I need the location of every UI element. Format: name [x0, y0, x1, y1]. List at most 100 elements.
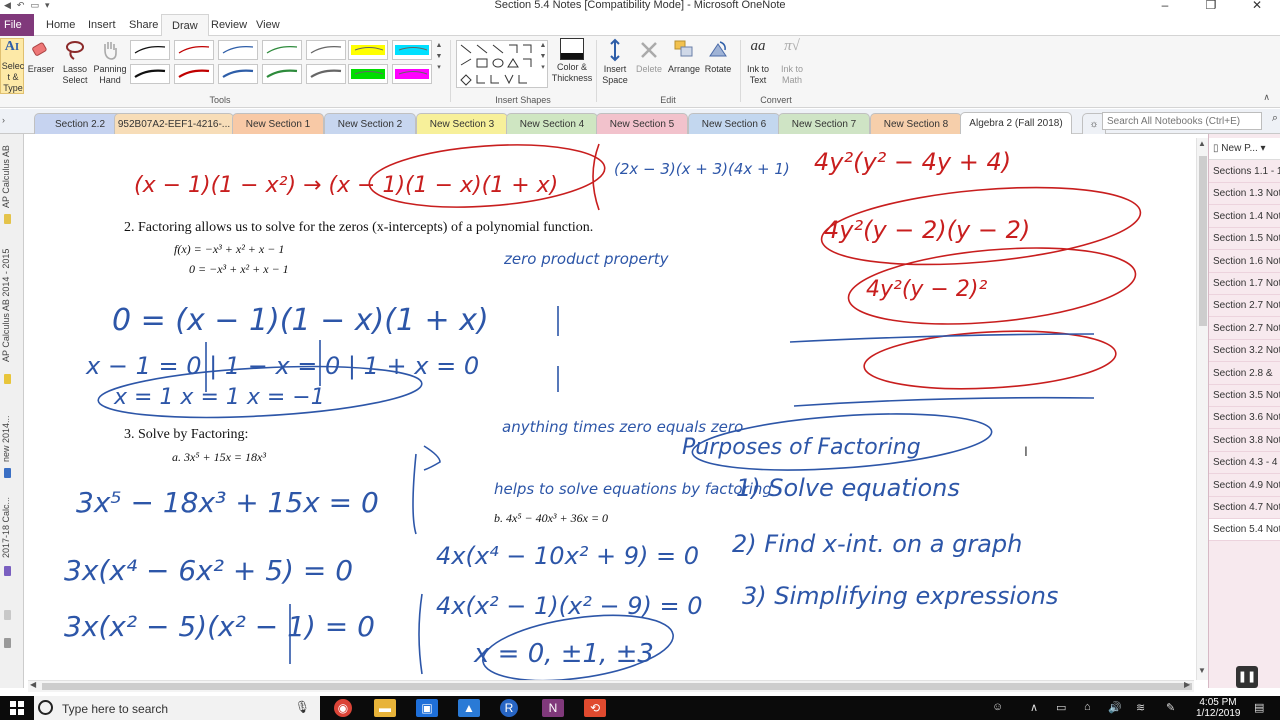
- navigation-expand-icon[interactable]: ›: [2, 115, 5, 125]
- section-tab-4[interactable]: New Section 2: [324, 113, 416, 134]
- page-item[interactable]: Section 1.7 Not: [1209, 273, 1280, 295]
- tab-file[interactable]: File: [0, 14, 34, 36]
- scroll-right-icon[interactable]: ▶: [1184, 680, 1190, 689]
- pen-1-1[interactable]: [130, 40, 170, 60]
- page-item[interactable]: Section 4.9 Not: [1209, 475, 1280, 497]
- network-icon[interactable]: ⌂: [1084, 701, 1091, 713]
- pen-2-5[interactable]: [306, 64, 346, 84]
- photos-icon[interactable]: ▲: [458, 699, 480, 717]
- pen-icon[interactable]: ✎: [1166, 701, 1175, 714]
- page-item[interactable]: Section 4.7 Not: [1209, 497, 1280, 519]
- scroll-down-icon[interactable]: ▼: [1198, 666, 1206, 675]
- ink-to-math-button[interactable]: π√ Ink to Math: [776, 38, 808, 86]
- pen-2-7[interactable]: [392, 64, 432, 84]
- volume-icon[interactable]: 🔊: [1108, 701, 1122, 714]
- shapes-gallery[interactable]: [456, 40, 548, 88]
- close-button[interactable]: ✕: [1234, 0, 1280, 12]
- page-item[interactable]: Section 1.6 Not: [1209, 251, 1280, 273]
- page-item[interactable]: Section 2.8 &: [1209, 363, 1280, 385]
- file-explorer-icon[interactable]: ▬: [374, 699, 396, 717]
- recorder-icon[interactable]: ⟲: [584, 699, 606, 717]
- shapes-gallery-scroll[interactable]: ▲ ▼ ▾: [538, 40, 548, 73]
- pen-2-6[interactable]: [348, 64, 388, 84]
- chevron-up-icon[interactable]: ∧: [1030, 701, 1038, 714]
- section-tab-2[interactable]: 952B07A2-EEF1-4216-...: [114, 113, 234, 134]
- pen-1-7[interactable]: [392, 40, 432, 60]
- page-item[interactable]: Section 3.6 Not: [1209, 407, 1280, 430]
- scroll-up-icon[interactable]: ▲: [1198, 139, 1206, 148]
- vertical-scroll-thumb[interactable]: [1199, 156, 1207, 326]
- lasso-select-button[interactable]: Lasso Select: [58, 38, 92, 86]
- chrome-icon[interactable]: ◉: [334, 699, 352, 717]
- insert-space-button[interactable]: Insert Space: [598, 38, 632, 86]
- panning-hand-button[interactable]: Panning Hand: [92, 38, 128, 86]
- page-item[interactable]: Section 1.5 Not: [1209, 228, 1280, 251]
- color-thickness-button[interactable]: Color & Thickness: [550, 38, 594, 84]
- pen-2-2[interactable]: [174, 64, 214, 84]
- page-item[interactable]: Section 2.7 Not: [1209, 318, 1280, 340]
- onenote-icon[interactable]: N: [542, 699, 564, 717]
- pen-1-2[interactable]: [174, 40, 214, 60]
- r-app-icon[interactable]: R: [500, 699, 518, 717]
- page-item[interactable]: Section 5.4 Not: [1209, 519, 1280, 542]
- people-icon[interactable]: ☺: [992, 701, 1003, 713]
- windows-start-icon[interactable]: [10, 701, 24, 715]
- microphone-icon[interactable]: 🎙: [295, 700, 310, 714]
- pause-icon[interactable]: ❚❚: [1236, 666, 1258, 688]
- tab-view[interactable]: View: [246, 14, 290, 36]
- ink-to-text-button[interactable]: aa Ink to Text: [742, 38, 774, 86]
- section-tab-10[interactable]: New Section 8: [870, 113, 962, 134]
- pen-2-4[interactable]: [262, 64, 302, 84]
- taskbar-clock[interactable]: 4:05 PM 1/12/2019: [1196, 697, 1241, 719]
- taskbar-search[interactable]: Type here to search 🎙: [34, 696, 320, 720]
- page-item[interactable]: Section 1.3 Not: [1209, 183, 1280, 206]
- notebook-ap-calculus-ab-2014[interactable]: AP Calculus AB 2014 - 2015: [1, 249, 11, 362]
- eraser-button[interactable]: Eraser: [26, 38, 56, 75]
- page-item[interactable]: Section 1.4 Not: [1209, 206, 1280, 228]
- pen-1-3[interactable]: [218, 40, 258, 60]
- store-icon[interactable]: ▣: [416, 699, 438, 717]
- pen-2-1[interactable]: [130, 64, 170, 84]
- page-item[interactable]: Section 2.7 Not: [1209, 295, 1280, 318]
- delete-button[interactable]: Delete: [634, 38, 664, 75]
- vertical-scrollbar[interactable]: ▲ ▼: [1196, 138, 1208, 680]
- battery-icon[interactable]: ▭: [1056, 701, 1066, 714]
- page-item[interactable]: Section 3.8 Not: [1209, 430, 1280, 452]
- search-input[interactable]: [1102, 112, 1262, 130]
- pen-gallery-scroll[interactable]: ▲ ▼ ▾: [434, 40, 444, 73]
- section-tab-5[interactable]: New Section 3: [416, 113, 508, 134]
- notebook-2017-18-calc[interactable]: 2017-18 Calc...: [1, 497, 11, 558]
- horizontal-scroll-thumb[interactable]: [42, 683, 1192, 690]
- arrange-button[interactable]: Arrange: [666, 38, 702, 75]
- pen-2-3[interactable]: [218, 64, 258, 84]
- page-item[interactable]: Section 4.3 - 4: [1209, 452, 1280, 475]
- page-item[interactable]: Section 3.5 Not: [1209, 385, 1280, 407]
- collapse-ribbon-icon[interactable]: ∧: [1263, 92, 1270, 103]
- pen-1-5[interactable]: [306, 40, 346, 60]
- pen-1-4[interactable]: [262, 40, 302, 60]
- section-tab-9[interactable]: New Section 7: [778, 113, 870, 134]
- section-tab-6[interactable]: New Section 4: [506, 113, 598, 134]
- section-tab-7[interactable]: New Section 5: [596, 113, 688, 134]
- minimize-button[interactable]: –: [1142, 0, 1188, 12]
- horizontal-scrollbar[interactable]: ◀ ▶: [28, 680, 1194, 692]
- section-tab-8[interactable]: New Section 6: [688, 113, 780, 134]
- notebook-new-2014[interactable]: new 2014...: [1, 415, 11, 462]
- page-item[interactable]: Section 3.2 Not: [1209, 340, 1280, 363]
- section-tab-3[interactable]: New Section 1: [232, 113, 324, 134]
- page-canvas[interactable]: 2. Factoring allows us to solve for the …: [24, 134, 1196, 680]
- select-type-button[interactable]: AI Select & Type: [0, 38, 24, 94]
- rotate-button[interactable]: Rotate: [702, 38, 734, 75]
- maximize-button[interactable]: ❐: [1188, 0, 1234, 12]
- notifications-icon[interactable]: ▤: [1254, 701, 1264, 714]
- pen-1-6[interactable]: [348, 40, 388, 60]
- new-page-button[interactable]: ▯ New P... ▾: [1209, 138, 1280, 160]
- notebook-ap-calculus-ab[interactable]: AP Calculus AB: [1, 145, 11, 208]
- section-tab-11[interactable]: Algebra 2 (Fall 2018): [960, 112, 1072, 134]
- section-tab-1[interactable]: Section 2.2: [34, 113, 126, 134]
- wifi-icon[interactable]: ≋: [1136, 701, 1145, 714]
- search-icon[interactable]: ⌕: [1272, 112, 1278, 125]
- page-item[interactable]: Sections 1.1 - 1: [1209, 161, 1280, 183]
- chevron-down-icon: ▾: [1257, 143, 1266, 154]
- scroll-left-icon[interactable]: ◀: [30, 680, 36, 689]
